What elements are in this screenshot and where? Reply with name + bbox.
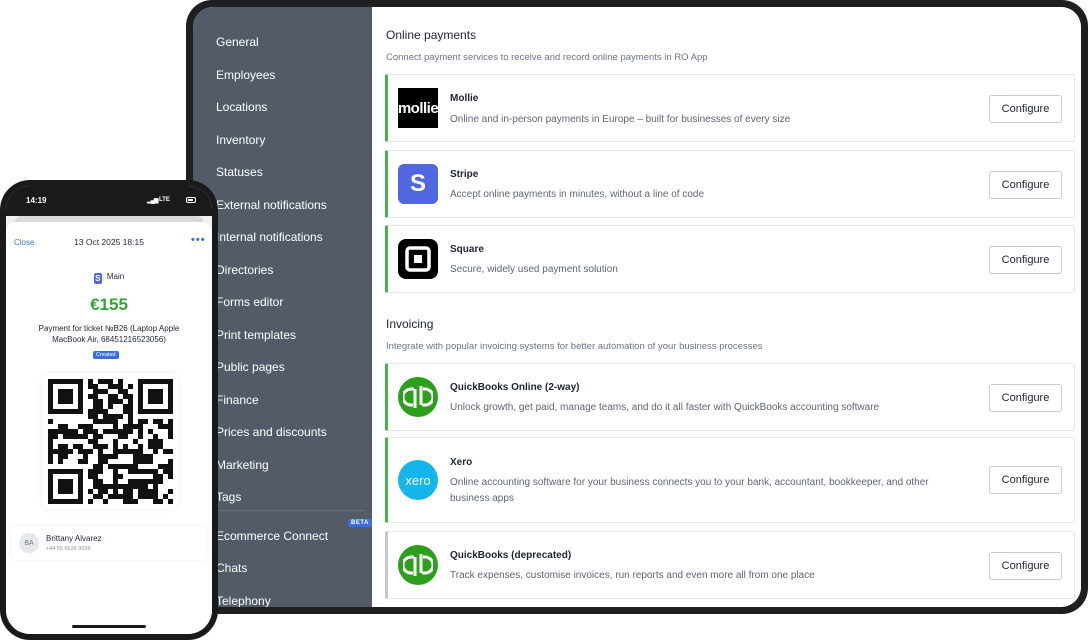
stripe-logo-letter: S xyxy=(409,170,426,197)
stripe-icon: S xyxy=(93,273,102,284)
provider-name: Xero xyxy=(450,457,473,468)
stripe-logo-icon: S xyxy=(398,164,438,204)
provider-description: Online accounting software for your busi… xyxy=(450,477,929,504)
provider-description: Online and in-person payments in Europe … xyxy=(450,114,791,125)
payment-sheet: Close 13 Oct 2025 18:15 ••• S Main €155 P… xyxy=(6,222,212,634)
invoicing-subtitle: Integrate with popular invoicing systems… xyxy=(386,341,763,352)
configure-button-quickbooks-deprecated[interactable]: Configure xyxy=(989,552,1062,580)
home-indicator xyxy=(72,625,146,628)
qr-code xyxy=(42,373,178,509)
sidebar-item-directories[interactable]: Directories xyxy=(216,263,273,277)
sidebar-item-employees[interactable]: Employees xyxy=(216,68,275,82)
provider-card-quickbooks-online: QuickBooks Online (2-way) Unlock growth,… xyxy=(385,363,1075,431)
avatar: BA xyxy=(19,533,39,553)
online-payments-title: Online payments xyxy=(386,28,477,42)
provider-name: Stripe xyxy=(450,169,479,180)
tablet-frame: General Employees Locations Inventory St… xyxy=(186,0,1088,614)
sidebar-item-general[interactable]: General xyxy=(216,35,259,49)
provider-name: Square xyxy=(450,244,484,255)
provider-name: QuickBooks Online (2-way) xyxy=(450,382,580,393)
qr-code-icon xyxy=(48,379,173,504)
payment-date: 13 Oct 2025 18:15 xyxy=(74,237,144,247)
online-payments-subtitle: Connect payment services to receive and … xyxy=(386,52,708,63)
provider-name: Mollie xyxy=(450,93,479,104)
sidebar-item-locations[interactable]: Locations xyxy=(216,100,267,114)
payment-description: Payment for ticket №B26 (Laptop Apple Ma… xyxy=(38,324,180,344)
sidebar-item-external-notifications[interactable]: External notifications xyxy=(216,198,327,212)
sidebar-divider xyxy=(216,510,366,511)
customer-name: Brittany Alvarez xyxy=(46,534,102,543)
beta-badge: BETA xyxy=(348,519,372,527)
phone-frame: 14:19 ▂▄▆ LTE Close 13 Oct 2025 18:15 ••… xyxy=(0,180,218,640)
sidebar-item-inventory[interactable]: Inventory xyxy=(216,133,265,147)
payment-amount: €155 xyxy=(90,295,128,314)
more-icon[interactable]: ••• xyxy=(191,234,206,246)
status-badge: Created xyxy=(93,351,119,359)
customer-card[interactable]: BA Brittany Alvarez +44 55 6526 9039 xyxy=(11,526,207,560)
xero-logo-icon: xero xyxy=(398,460,438,500)
provider-card-mollie: mollie Mollie Online and in-person payme… xyxy=(385,74,1075,142)
configure-button-stripe[interactable]: Configure xyxy=(989,171,1062,199)
sidebar-item-chats[interactable]: Chats xyxy=(216,561,247,575)
sidebar-item-prices-and-discounts[interactable]: Prices and discounts xyxy=(216,425,327,439)
integrations-panel: Online payments Connect payment services… xyxy=(372,7,1081,607)
configure-button-quickbooks-online[interactable]: Configure xyxy=(989,384,1062,412)
battery-icon xyxy=(186,197,196,203)
sidebar-item-telephony[interactable]: Telephony xyxy=(216,594,271,607)
configure-button-mollie[interactable]: Configure xyxy=(989,95,1062,123)
sidebar-item-tags[interactable]: Tags xyxy=(216,490,241,504)
sidebar-item-internal-notifications[interactable]: Internal notifications xyxy=(216,230,323,244)
provider-card-quickbooks-deprecated: QuickBooks (deprecated) Track expenses, … xyxy=(385,531,1075,599)
sidebar-item-statuses[interactable]: Statuses xyxy=(216,165,263,179)
sidebar-item-ecommerce-connect[interactable]: Ecommerce Connect xyxy=(216,529,328,543)
configure-button-square[interactable]: Configure xyxy=(989,246,1062,274)
sidebar-item-public-pages[interactable]: Public pages xyxy=(216,360,285,374)
status-bar: 14:19 ▂▄▆ LTE xyxy=(6,186,212,216)
provider-name: QuickBooks (deprecated) xyxy=(450,550,572,561)
square-logo-icon xyxy=(398,239,438,279)
configure-button-xero[interactable]: Configure xyxy=(989,466,1062,494)
provider-description: Accept online payments in minutes, witho… xyxy=(450,189,705,200)
invoicing-title: Invoicing xyxy=(386,317,434,331)
status-time: 14:19 xyxy=(26,196,47,205)
tablet-screen: General Employees Locations Inventory St… xyxy=(193,7,1081,607)
store-name: Main xyxy=(106,272,125,281)
signal-icon: ▂▄▆ xyxy=(147,198,159,204)
provider-card-stripe: S Stripe Accept online payments in minut… xyxy=(385,150,1075,218)
phone-screen: 14:19 ▂▄▆ LTE Close 13 Oct 2025 18:15 ••… xyxy=(6,186,212,634)
quickbooks-logo-icon xyxy=(398,545,438,585)
quickbooks-logo-icon xyxy=(398,377,438,417)
sidebar-item-forms-editor[interactable]: Forms editor xyxy=(216,295,283,309)
network-label: LTE xyxy=(159,197,170,203)
settings-sidebar: General Employees Locations Inventory St… xyxy=(193,7,372,607)
provider-description: Track expenses, customise invoices, run … xyxy=(450,570,815,581)
customer-phone: +44 55 6526 9039 xyxy=(46,546,91,552)
provider-card-square: Square Secure, widely used payment solut… xyxy=(385,225,1075,293)
store-label: S Main xyxy=(6,272,212,284)
provider-card-xero: xero Xero Online accounting software for… xyxy=(385,437,1075,523)
sidebar-item-finance[interactable]: Finance xyxy=(216,393,259,407)
sidebar-item-print-templates[interactable]: Print templates xyxy=(216,328,296,342)
provider-description: Unlock growth, get paid, manage teams, a… xyxy=(450,402,880,413)
sidebar-item-marketing[interactable]: Marketing xyxy=(216,458,269,472)
provider-description: Secure, widely used payment solution xyxy=(450,264,618,275)
mollie-logo-icon: mollie xyxy=(398,88,439,128)
